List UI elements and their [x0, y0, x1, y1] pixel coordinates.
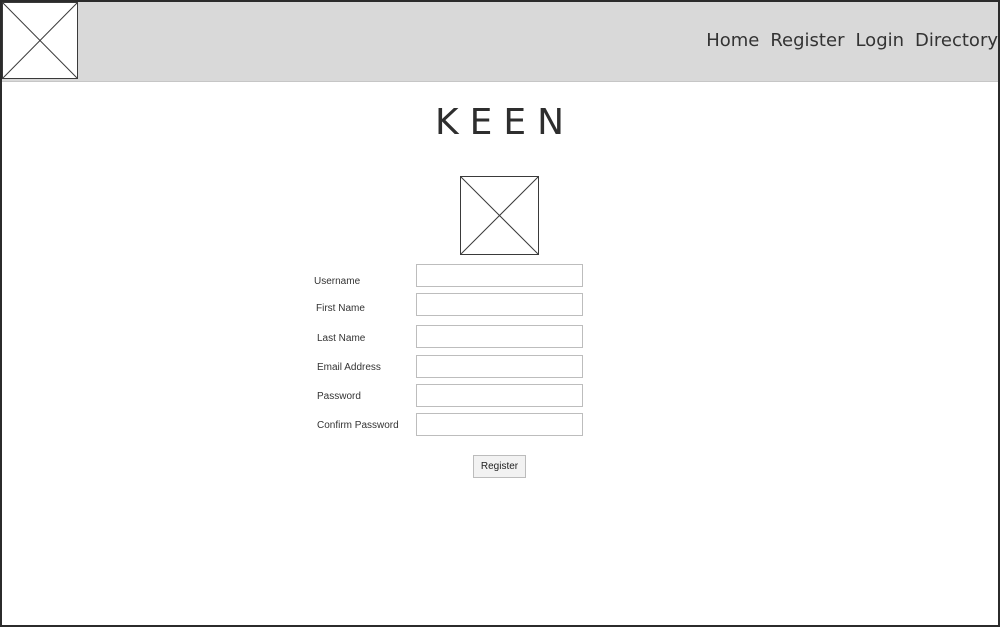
logo-placeholder-icon — [2, 2, 78, 79]
last-name-label: Last Name — [317, 333, 366, 344]
form-row-first-name: First Name — [314, 293, 584, 316]
confirm-password-label: Confirm Password — [317, 420, 399, 431]
form-row-password: Password — [314, 384, 584, 407]
first-name-input[interactable] — [416, 293, 583, 316]
password-input[interactable] — [416, 384, 583, 407]
nav-link-directory[interactable]: Directory — [915, 30, 998, 51]
header: Home Register Login Directory — [2, 2, 998, 82]
nav-link-home[interactable]: Home — [706, 30, 759, 51]
page-frame: Home Register Login Directory KEEN Usern… — [0, 0, 1000, 627]
last-name-input[interactable] — [416, 325, 583, 348]
form-row-email: Email Address — [314, 355, 584, 378]
nav-link-login[interactable]: Login — [855, 30, 904, 51]
image-placeholder-icon — [460, 176, 539, 255]
form-row-username: Username — [314, 264, 584, 287]
password-label: Password — [317, 391, 361, 402]
confirm-password-input[interactable] — [416, 413, 583, 436]
register-button[interactable]: Register — [473, 455, 526, 478]
nav-link-register[interactable]: Register — [770, 30, 844, 51]
main-nav: Home Register Login Directory — [706, 30, 998, 51]
first-name-label: First Name — [316, 303, 365, 314]
brand-title: KEEN — [434, 102, 576, 143]
form-row-last-name: Last Name — [314, 325, 584, 348]
email-label: Email Address — [317, 362, 381, 373]
username-label: Username — [314, 276, 361, 287]
email-input[interactable] — [416, 355, 583, 378]
username-input[interactable] — [416, 264, 583, 287]
form-row-confirm-password: Confirm Password — [314, 413, 584, 436]
